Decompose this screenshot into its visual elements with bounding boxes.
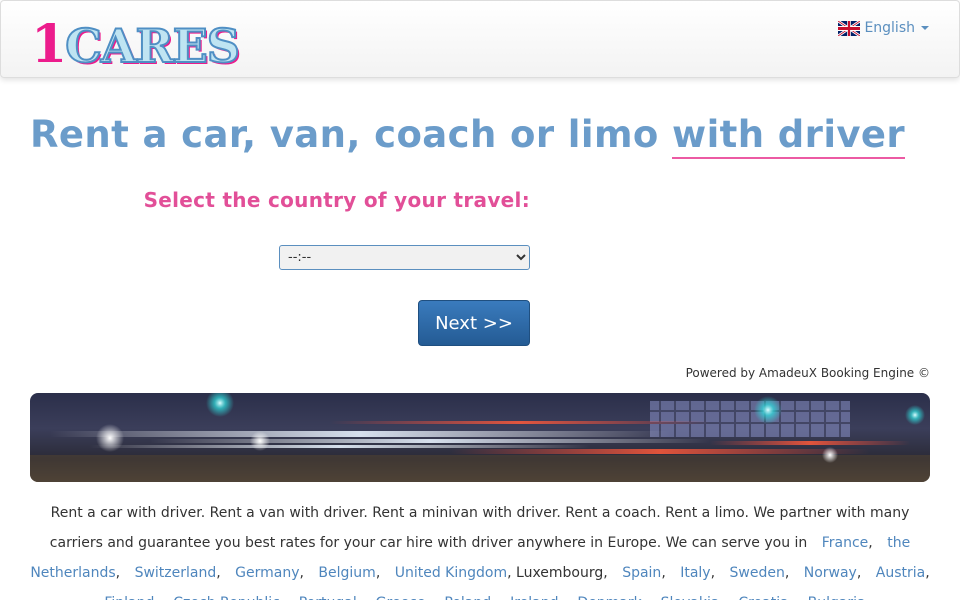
logo-number: 1: [31, 14, 67, 75]
country-link[interactable]: Greece: [366, 595, 426, 600]
language-dropdown[interactable]: English: [838, 18, 929, 38]
country-link[interactable]: Belgium: [308, 565, 375, 581]
country-link[interactable]: Germany: [225, 565, 299, 581]
next-button[interactable]: Next >>: [418, 300, 530, 346]
page-headline: Rent a car, van, coach or limo with driv…: [30, 113, 930, 159]
country-link[interactable]: Finland: [94, 595, 154, 600]
powered-by-text: Powered by AmadeuX Booking Engine ©: [685, 366, 930, 380]
country-link[interactable]: Bulgaria: [798, 595, 866, 600]
caret-down-icon: [921, 26, 929, 30]
country-link[interactable]: Portugal: [289, 595, 357, 600]
site-header: 1 CARES English: [0, 0, 960, 78]
country-link[interactable]: France: [812, 535, 869, 551]
country-link[interactable]: Austria: [866, 565, 925, 581]
country-link: Luxembourg: [516, 565, 604, 581]
country-link[interactable]: Switzerland: [125, 565, 217, 581]
country-link[interactable]: Croatia: [728, 595, 788, 600]
description-text: Rent a car with driver. Rent a van with …: [30, 498, 930, 600]
country-link[interactable]: Ireland: [500, 595, 558, 600]
country-select-label: Select the country of your travel:: [143, 188, 530, 212]
banner-image: [30, 393, 930, 482]
country-link[interactable]: Norway: [794, 565, 857, 581]
headline-emphasis: with driver: [672, 113, 906, 159]
country-link[interactable]: Spain: [612, 565, 661, 581]
country-link[interactable]: Sweden: [720, 565, 785, 581]
country-select[interactable]: --:--: [279, 245, 530, 270]
country-link[interactable]: Poland: [434, 595, 491, 600]
country-link[interactable]: Czech Republic: [163, 595, 280, 600]
country-link[interactable]: Italy: [670, 565, 710, 581]
country-link[interactable]: United Kingdom: [385, 565, 507, 581]
logo-word: CARES: [64, 19, 241, 73]
uk-flag-icon: [838, 20, 861, 36]
language-label: English: [864, 20, 915, 36]
headline-prefix: Rent a car, van, coach or limo: [30, 113, 659, 156]
description-intro: Rent a car with driver. Rent a van with …: [49, 505, 910, 551]
site-logo[interactable]: 1 CARES: [31, 14, 241, 75]
country-link[interactable]: Slovakia: [651, 595, 720, 600]
city-traffic-banner: [30, 393, 930, 482]
country-link[interactable]: Denmark: [567, 595, 641, 600]
